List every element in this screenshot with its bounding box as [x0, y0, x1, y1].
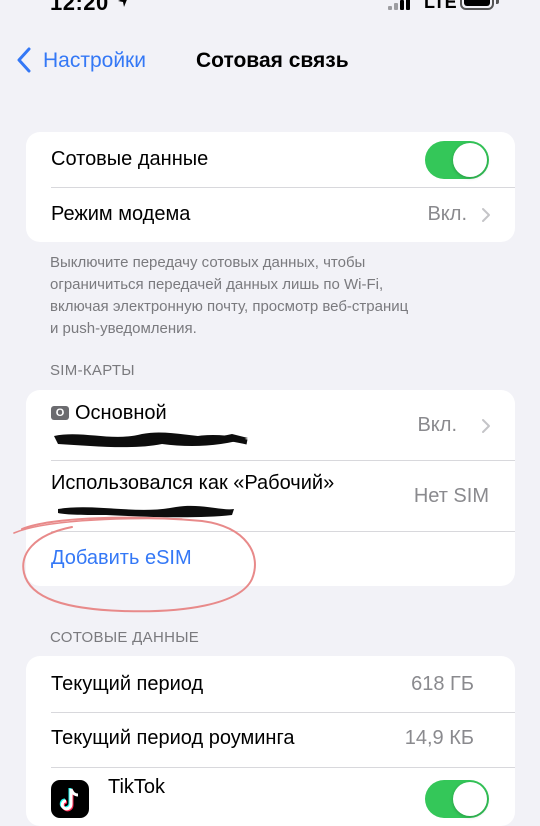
cellular-data-toggle[interactable] — [425, 141, 489, 179]
hotspot-value: Вкл. — [427, 203, 467, 225]
network-type: LTE — [424, 0, 457, 12]
app-row-tiktok: TikTok — [26, 768, 515, 826]
primary-sim-row[interactable]: О Основной Вкл. — [26, 390, 515, 460]
secondary-sim-value: Нет SIM — [413, 485, 489, 507]
navigation-bar: Настройки Сотовая связь — [0, 40, 540, 84]
footnote-line: включая электронную почту, просмотр веб-… — [50, 298, 409, 315]
annotation-circle — [13, 516, 256, 613]
roaming-period-row: Текущий период роуминга 14,9 КБ — [26, 713, 515, 767]
data-section-header: СОТОВЫЕ ДАННЫЕ — [50, 629, 200, 646]
page-title: Сотовая связь — [196, 49, 349, 72]
sim-badge-icon: О — [51, 406, 69, 420]
secondary-sim-label: Использовался как «Рабочий» — [51, 472, 335, 494]
chevron-right-icon — [482, 208, 490, 222]
current-period-label: Текущий период — [51, 673, 204, 695]
cellular-footnote: Выключите передачу сотовых данных, чтобы… — [50, 252, 510, 340]
status-time: 12:20 — [50, 0, 109, 15]
roaming-period-value: 14,9 КБ — [404, 727, 474, 749]
redacted-number-scribble — [54, 432, 248, 448]
hotspot-label: Режим модема — [51, 203, 191, 225]
sim-section-header: SIM-КАРТЫ — [50, 362, 135, 379]
chevron-left-icon[interactable] — [16, 47, 32, 73]
location-arrow-icon — [118, 0, 127, 7]
back-button[interactable]: Настройки — [43, 49, 146, 73]
current-period-value: 618 ГБ — [411, 673, 474, 695]
hotspot-row[interactable]: Режим модема Вкл. — [26, 188, 515, 242]
battery-tip — [496, 0, 499, 4]
cellular-settings-group: Сотовые данные Режим модема Вкл. — [26, 132, 515, 242]
app-name: TikTok — [108, 776, 166, 798]
cellular-data-label: Сотовые данные — [51, 148, 209, 170]
primary-sim-label: Основной — [75, 402, 167, 424]
footnote-line: Выключите передачу сотовых данных, чтобы — [50, 254, 366, 271]
data-usage-group: Текущий период 618 ГБ Текущий период роу… — [26, 656, 515, 826]
roaming-period-label: Текущий период роуминга — [51, 727, 295, 749]
battery-icon — [460, 0, 494, 10]
current-period-row: Текущий период 618 ГБ — [26, 656, 515, 712]
primary-sim-value: Вкл. — [417, 414, 457, 436]
footnote-line: и push-уведомления. — [50, 320, 197, 337]
tiktok-icon — [51, 780, 89, 818]
chevron-right-icon — [482, 419, 490, 433]
cellular-data-row: Сотовые данные — [26, 132, 515, 187]
status-bar: 12:20 LTE — [0, 0, 540, 24]
app-cellular-toggle[interactable] — [425, 780, 489, 818]
footnote-line: ограничиться передачей данных лишь по Wi… — [50, 276, 384, 293]
